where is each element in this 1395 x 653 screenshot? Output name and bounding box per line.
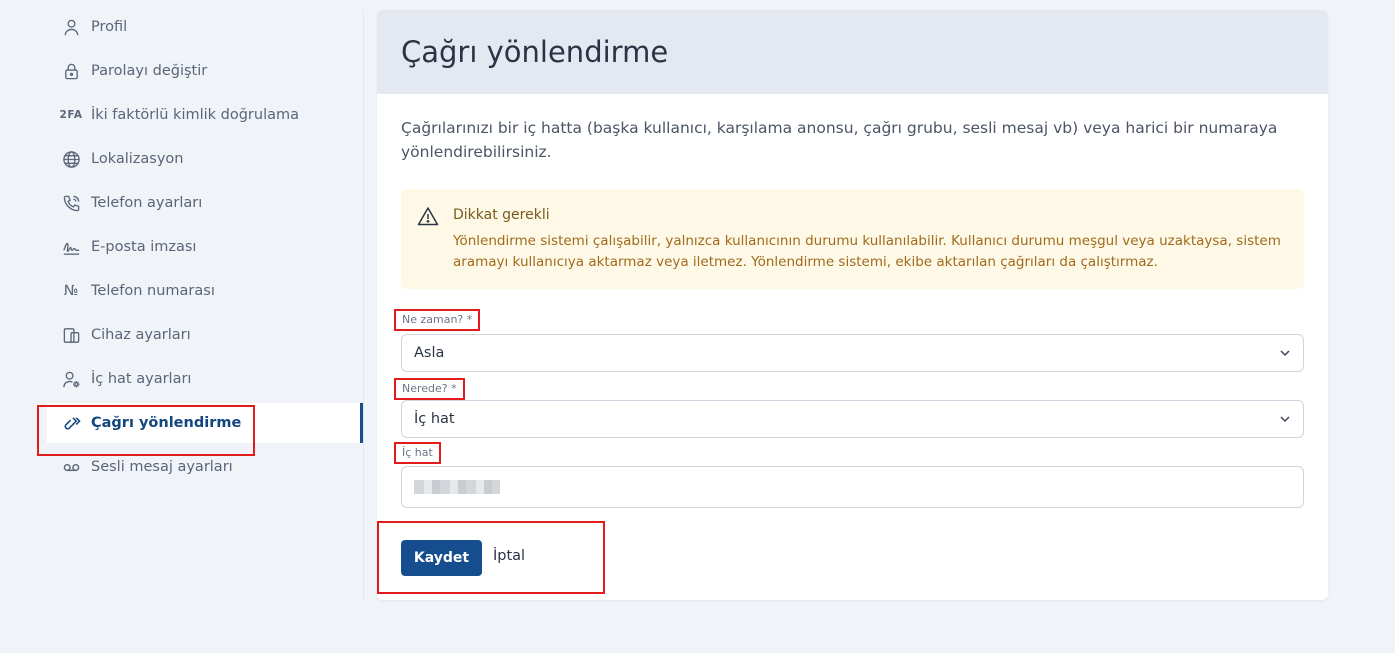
card-header: Çağrı yönlendirme bbox=[377, 10, 1328, 94]
where-field-label-wrap: Nerede? * bbox=[394, 377, 465, 400]
sidebar-item-label: Lokalizasyon bbox=[91, 151, 184, 167]
sidebar-item-email-signature[interactable]: E-posta imzası bbox=[47, 227, 364, 267]
call-forward-icon bbox=[61, 413, 81, 433]
sidebar-item-label: E-posta imzası bbox=[91, 239, 197, 255]
sidebar-divider bbox=[363, 10, 364, 600]
where-select[interactable]: İç hat bbox=[401, 400, 1304, 438]
settings-sidebar: Profil Parolayı değiştir 2FA İki faktörl… bbox=[47, 7, 364, 491]
sidebar-item-call-forwarding[interactable]: Çağrı yönlendirme bbox=[47, 403, 364, 443]
lock-icon bbox=[61, 61, 81, 81]
alert-title: Dikkat gerekli bbox=[453, 207, 550, 223]
when-select[interactable]: Asla bbox=[401, 334, 1304, 372]
save-button[interactable]: Kaydet bbox=[401, 540, 482, 576]
chevron-down-icon bbox=[1280, 350, 1290, 357]
number-sign-icon: № bbox=[63, 283, 79, 299]
extension-input[interactable] bbox=[401, 466, 1304, 508]
page-description: Çağrılarınızı bir iç hatta (başka kullan… bbox=[401, 119, 1278, 161]
redacted-value bbox=[414, 480, 500, 494]
when-field-label-wrap: Ne zaman? * bbox=[394, 308, 481, 331]
page-title: Çağrı yönlendirme bbox=[401, 35, 669, 69]
sidebar-item-label: İki faktörlü kimlik doğrulama bbox=[91, 107, 300, 123]
globe-icon bbox=[61, 149, 81, 169]
extension-field-label: İç hat bbox=[394, 442, 441, 464]
sidebar-item-phone-number[interactable]: № Telefon numarası bbox=[47, 271, 364, 311]
phone-icon bbox=[61, 193, 81, 213]
when-select-value: Asla bbox=[414, 345, 445, 361]
sidebar-item-label: Çağrı yönlendirme bbox=[91, 415, 242, 431]
sidebar-item-label: Telefon numarası bbox=[91, 283, 215, 299]
where-select-value: İç hat bbox=[414, 411, 455, 427]
sidebar-item-two-factor[interactable]: 2FA İki faktörlü kimlik doğrulama bbox=[47, 95, 364, 135]
warning-icon bbox=[417, 207, 439, 226]
sidebar-item-label: Telefon ayarları bbox=[91, 195, 203, 211]
sidebar-item-voicemail-settings[interactable]: Sesli mesaj ayarları bbox=[47, 447, 364, 487]
user-icon bbox=[61, 17, 81, 37]
2fa-icon: 2FA bbox=[59, 109, 83, 121]
sidebar-item-label: İç hat ayarları bbox=[91, 371, 192, 387]
sidebar-item-phone-settings[interactable]: Telefon ayarları bbox=[47, 183, 364, 223]
attention-alert: Dikkat gerekli Yönlendirme sistemi çalış… bbox=[401, 189, 1304, 289]
sidebar-item-device-settings[interactable]: Cihaz ayarları bbox=[47, 315, 364, 355]
sidebar-item-extension-settings[interactable]: İç hat ayarları bbox=[47, 359, 364, 399]
sidebar-item-label: Parolayı değiştir bbox=[91, 63, 208, 79]
devices-icon bbox=[61, 325, 81, 345]
extension-field-label-wrap: İç hat bbox=[394, 441, 441, 464]
call-forwarding-card: Çağrı yönlendirme Çağrılarınızı bir iç h… bbox=[377, 10, 1328, 600]
voicemail-icon bbox=[61, 457, 81, 477]
signature-icon bbox=[61, 237, 81, 257]
chevron-down-icon bbox=[1280, 416, 1290, 423]
when-field-label: Ne zaman? * bbox=[394, 309, 481, 331]
cancel-button[interactable]: İptal bbox=[493, 548, 525, 564]
sidebar-item-label: Profil bbox=[91, 19, 128, 35]
card-body: Çağrılarınızı bir iç hatta (başka kullan… bbox=[377, 94, 1328, 289]
sidebar-item-profile[interactable]: Profil bbox=[47, 7, 364, 47]
sidebar-item-label: Sesli mesaj ayarları bbox=[91, 459, 233, 475]
sidebar-item-label: Cihaz ayarları bbox=[91, 327, 191, 343]
alert-text: Yönlendirme sistemi çalışabilir, yalnızc… bbox=[453, 233, 1281, 270]
user-gear-icon bbox=[61, 369, 81, 389]
sidebar-item-change-password[interactable]: Parolayı değiştir bbox=[47, 51, 364, 91]
sidebar-item-localization[interactable]: Lokalizasyon bbox=[47, 139, 364, 179]
where-field-label: Nerede? * bbox=[394, 378, 465, 400]
